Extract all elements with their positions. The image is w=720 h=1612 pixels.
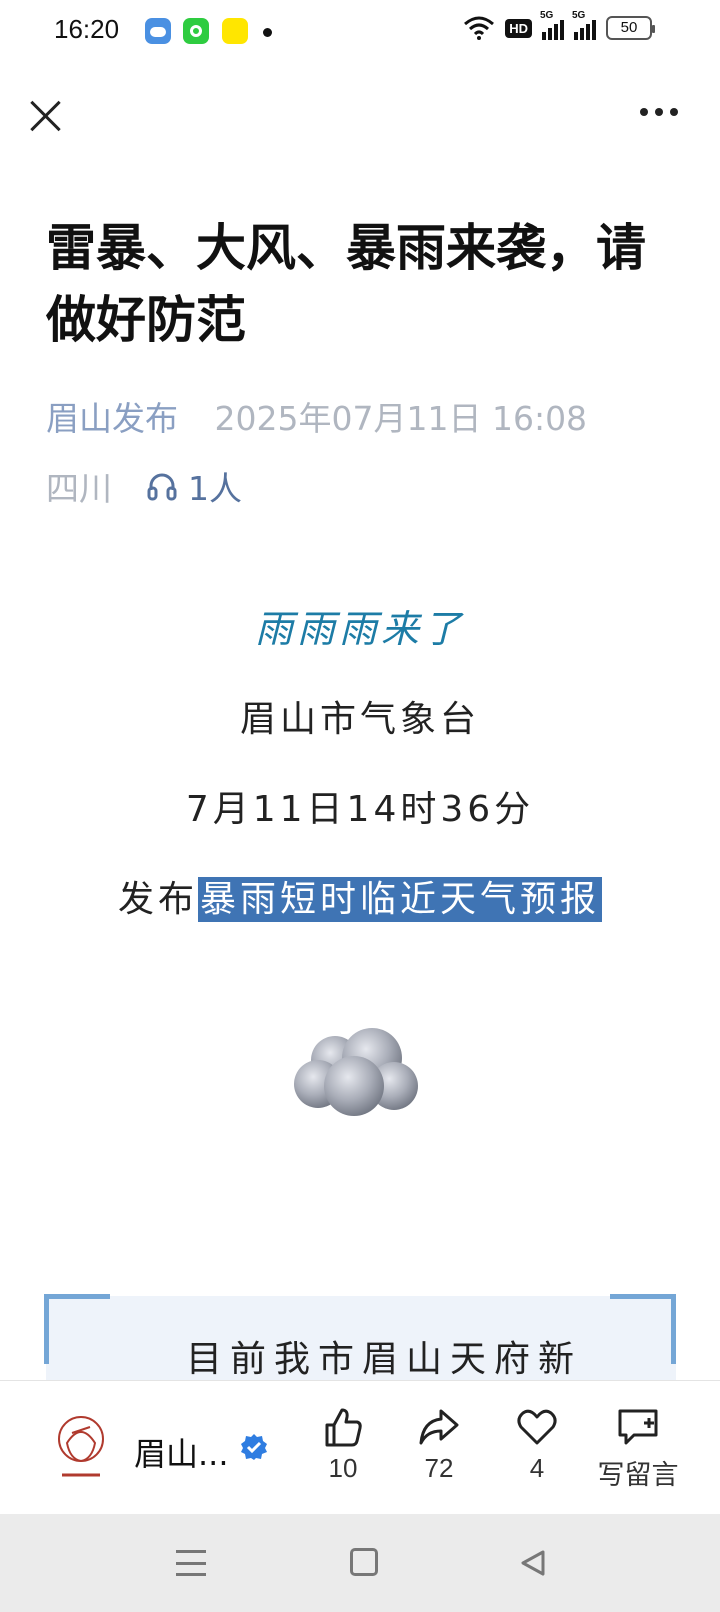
- account-avatar[interactable]: [52, 1413, 110, 1483]
- body-line-2: 7月11日14时36分: [185, 789, 535, 830]
- section-subtitle: 雨雨雨来了: [254, 607, 465, 651]
- article-meta-2: 四川 1人: [46, 462, 242, 510]
- action-bar: 眉山... 10 72 4 写留言: [0, 1380, 720, 1514]
- system-nav-bar: [0, 1514, 720, 1612]
- headphone-icon: [147, 473, 177, 501]
- status-indicators: HD 5G 5G 50: [463, 10, 655, 40]
- share-button[interactable]: 72: [394, 1405, 484, 1484]
- more-icon[interactable]: [640, 108, 678, 116]
- listen-button[interactable]: 1人: [146, 462, 242, 510]
- hd-voice-badge: HD: [505, 18, 532, 38]
- thumbs-up-icon: [325, 1408, 362, 1447]
- verified-badge-icon: [241, 1434, 267, 1460]
- like-count: 10: [328, 1453, 358, 1483]
- weather-app-icon: [145, 18, 171, 44]
- status-time: 16:20: [54, 14, 120, 44]
- listener-count: 1人: [188, 469, 242, 508]
- body-line-3: 发布暴雨短时临近天气预报: [0, 870, 720, 922]
- music-app-icon: [183, 18, 209, 44]
- more-notifications-dot: [263, 28, 272, 37]
- recent-apps-icon[interactable]: [176, 1550, 206, 1576]
- heart-icon: [517, 1409, 557, 1445]
- cloud-icon: [294, 1028, 418, 1116]
- quote-corner-right: [610, 1294, 676, 1364]
- highlighted-text[interactable]: 暴雨短时临近天气预报: [198, 877, 603, 922]
- notification-app-icon: [222, 18, 248, 44]
- article-meta: 眉山发布 2025年07月11日 16:08: [46, 392, 587, 440]
- comment-label: 写留言: [597, 1460, 679, 1490]
- write-comment-button[interactable]: 写留言: [588, 1405, 688, 1492]
- comment-add-icon: [618, 1409, 658, 1445]
- publish-datetime: 2025年07月11日 16:08: [214, 399, 588, 438]
- signal-icon-2: 5G: [572, 10, 596, 40]
- account-name[interactable]: 眉山...: [134, 1429, 229, 1475]
- status-bar: 16:20 HD 5G 5G 50: [0, 0, 720, 66]
- location-label: 四川: [46, 469, 112, 508]
- body-line-1: 眉山市气象台: [239, 699, 480, 740]
- article-title: 雷暴、大风、暴雨来袭，请做好防范: [46, 219, 646, 349]
- body-line-3-prefix: 发布: [117, 879, 198, 920]
- share-icon: [419, 1409, 459, 1445]
- favorite-count: 4: [529, 1453, 545, 1483]
- back-icon[interactable]: [518, 1548, 548, 1578]
- signal-icon: 5G: [540, 10, 564, 40]
- favorite-button[interactable]: 4: [492, 1405, 582, 1484]
- quote-corner-left: [44, 1294, 110, 1364]
- home-icon[interactable]: [350, 1548, 378, 1576]
- share-count: 72: [424, 1453, 454, 1483]
- quote-text: 目前我市眉山天府新: [186, 1339, 583, 1380]
- like-button[interactable]: 10: [298, 1405, 388, 1484]
- battery-icon: 50: [606, 16, 655, 40]
- close-icon[interactable]: [28, 98, 62, 132]
- account-link[interactable]: 眉山发布: [46, 399, 178, 438]
- wifi-icon: [464, 16, 495, 40]
